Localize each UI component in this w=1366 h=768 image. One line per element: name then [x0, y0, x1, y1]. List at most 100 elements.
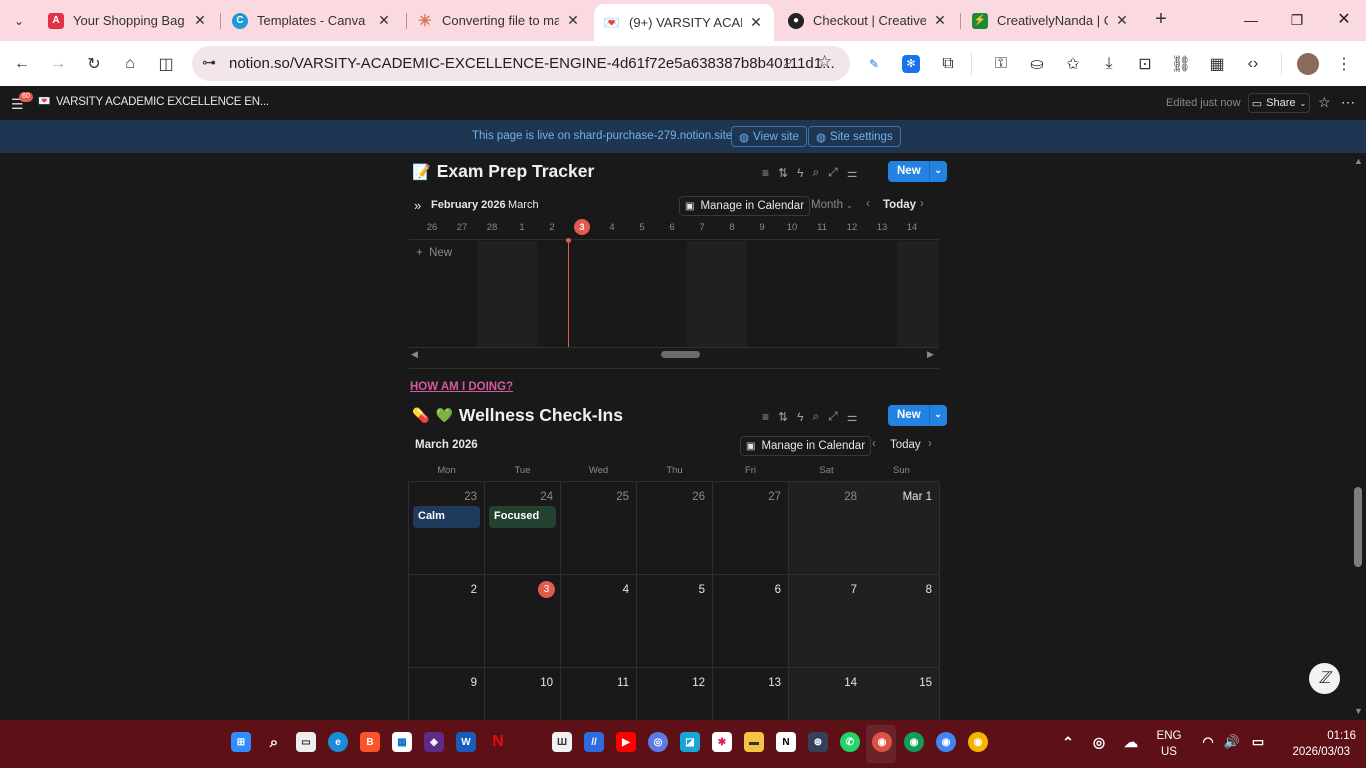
- file-explorer-icon[interactable]: ▬: [744, 732, 764, 752]
- scroll-left-arrow-icon[interactable]: ◀: [411, 349, 418, 360]
- chevron-right-icon[interactable]: ›: [928, 438, 932, 450]
- calendar-day-cell[interactable]: 15: [864, 668, 940, 720]
- edge-browser-icon[interactable]: e: [328, 732, 348, 752]
- timeline-collapse-icon[interactable]: »: [414, 198, 421, 213]
- address-bar[interactable]: ⊶ notion.so/VARSITY-ACADEMIC-EXCELLENCE-…: [192, 46, 850, 81]
- onedrive-icon[interactable]: ☁: [1121, 732, 1141, 752]
- tab-shopping-bag[interactable]: A Your Shopping Bag ✕: [38, 6, 218, 35]
- calendar-day-cell[interactable]: 23 Calm: [409, 482, 485, 575]
- calendar-day-cell[interactable]: 6: [713, 575, 789, 668]
- word-icon[interactable]: W: [456, 732, 476, 752]
- new-tab-button[interactable]: +: [1150, 8, 1172, 32]
- more-options-icon[interactable]: ⋯: [1341, 94, 1355, 111]
- wellness-manage-calendar-button[interactable]: ▣ Manage in Calendar: [740, 436, 872, 456]
- how-am-i-doing-link[interactable]: HOW AM I DOING?: [410, 381, 513, 393]
- more-menu-icon[interactable]: ⋮: [1331, 51, 1357, 77]
- notion-ai-help-button[interactable]: ℤ: [1309, 663, 1340, 694]
- code-icon[interactable]: ‹›: [1240, 51, 1266, 77]
- timeline-add-new[interactable]: + New: [416, 247, 452, 259]
- expand-icon[interactable]: ⤢: [828, 409, 838, 424]
- bookmark-star-icon[interactable]: ☆: [817, 52, 832, 72]
- close-icon[interactable]: ✕: [748, 14, 764, 31]
- calendar-day-cell[interactable]: 24 Focused: [485, 482, 561, 575]
- minimize-button[interactable]: —: [1237, 8, 1265, 32]
- calendar-day-cell[interactable]: Mar 1: [864, 482, 940, 575]
- reload-icon[interactable]: ↻: [81, 51, 107, 77]
- app-icon[interactable]: ◎: [648, 732, 668, 752]
- brave-browser-icon[interactable]: B: [360, 732, 380, 752]
- clock-date[interactable]: 2026/03/03: [1274, 746, 1350, 758]
- calendar-day-cell[interactable]: 11: [561, 668, 637, 720]
- close-icon[interactable]: ✕: [932, 12, 948, 29]
- close-window-button[interactable]: ✕: [1330, 8, 1358, 32]
- close-icon[interactable]: ✕: [1114, 12, 1130, 29]
- notes-app-icon[interactable]: Ш: [552, 732, 572, 752]
- whatsapp-icon[interactable]: ✆: [840, 732, 860, 752]
- calendar-day-cell[interactable]: 10: [485, 668, 561, 720]
- slack-icon[interactable]: ✱: [712, 732, 732, 752]
- horizontal-scrollbar-thumb[interactable]: [661, 351, 700, 358]
- exam-today-button[interactable]: Today: [883, 199, 916, 211]
- close-icon[interactable]: ✕: [192, 12, 208, 29]
- forward-arrow-icon[interactable]: →: [45, 51, 71, 77]
- tab-creativelynanda[interactable]: ⚡ CreativelyNanda | Cre ✕: [962, 6, 1140, 35]
- search-icon[interactable]: ⌕: [812, 165, 819, 180]
- filter-icon[interactable]: ≡: [762, 166, 769, 180]
- automation-bolt-icon[interactable]: ϟ: [797, 410, 803, 424]
- tab-checkout[interactable]: ● Checkout | Creatively ✕: [778, 6, 958, 35]
- screenshot-icon[interactable]: ⊡: [1132, 51, 1158, 77]
- scroll-down-arrow-icon[interactable]: ▼: [1354, 706, 1363, 716]
- chevron-down-icon[interactable]: ⌄: [928, 405, 947, 426]
- calendar-day-cell[interactable]: 7: [789, 575, 865, 668]
- search-icon[interactable]: ⌕: [812, 409, 819, 424]
- view-mode-select[interactable]: Month ⌄: [811, 199, 853, 211]
- settings-sliders-icon[interactable]: ⚌: [847, 410, 858, 424]
- clock-time[interactable]: 01:16: [1280, 730, 1356, 742]
- windows-start-icon[interactable]: ⊞: [231, 732, 251, 752]
- app-icon[interactable]: ⊛: [808, 732, 828, 752]
- exam-new-button[interactable]: New ⌄: [888, 161, 947, 182]
- password-key-icon[interactable]: ⚿: [988, 51, 1014, 77]
- close-icon[interactable]: ✕: [376, 12, 392, 29]
- scroll-right-arrow-icon[interactable]: ▶: [927, 349, 934, 360]
- wellness-title[interactable]: 💊 💚 Wellness Check-Ins: [412, 405, 623, 426]
- download-icon[interactable]: ⤓: [1096, 51, 1122, 77]
- url-text[interactable]: notion.so/VARSITY-ACADEMIC-EXCELLENCE-EN…: [229, 55, 835, 72]
- exam-manage-calendar-button[interactable]: ▣ Manage in Calendar: [679, 196, 811, 216]
- calendar-day-cell[interactable]: 13: [713, 668, 789, 720]
- calendar-day-cell[interactable]: 12: [637, 668, 713, 720]
- chevron-up-icon[interactable]: ⌃: [1058, 732, 1078, 752]
- keyboard-layout-indicator[interactable]: US: [1152, 746, 1186, 758]
- vertical-scrollbar-thumb[interactable]: [1354, 487, 1362, 567]
- wellness-new-button[interactable]: New ⌄: [888, 405, 947, 426]
- calendar-day-cell[interactable]: 28: [789, 482, 865, 575]
- close-icon[interactable]: ✕: [565, 12, 581, 29]
- notion-icon[interactable]: N: [776, 732, 796, 752]
- filter-icon[interactable]: ≡: [762, 410, 769, 424]
- site-info-icon[interactable]: ⊶: [202, 54, 216, 71]
- split-view-icon[interactable]: ◫: [153, 51, 179, 77]
- chevron-down-icon[interactable]: ⌄: [928, 161, 947, 182]
- calendar-day-cell[interactable]: 3: [485, 575, 561, 668]
- site-settings-button[interactable]: ◍ Site settings: [808, 126, 901, 147]
- pen-extension-icon[interactable]: ✎: [861, 51, 887, 77]
- zoom-icon[interactable]: ⌕: [784, 53, 793, 71]
- calendar-day-cell[interactable]: 27: [713, 482, 789, 575]
- restore-button[interactable]: ❐: [1283, 8, 1311, 32]
- chevron-left-icon[interactable]: ‹: [866, 198, 870, 210]
- task-view-icon[interactable]: ▭: [296, 732, 316, 752]
- calendar-day-cell[interactable]: 9: [409, 668, 485, 720]
- tab-canva[interactable]: C Templates - Canva ✕: [222, 6, 402, 35]
- chevron-right-icon[interactable]: ›: [920, 198, 924, 210]
- link-icon[interactable]: ⛓: [1168, 51, 1194, 77]
- expand-icon[interactable]: ⤢: [828, 165, 838, 180]
- battery-icon[interactable]: ▭: [1248, 732, 1268, 752]
- view-site-button[interactable]: ◍ View site: [731, 126, 807, 147]
- calendar-day-cell[interactable]: 25: [561, 482, 637, 575]
- calendar-day-cell[interactable]: 2: [409, 575, 485, 668]
- tray-app-icon[interactable]: ◎: [1089, 732, 1109, 752]
- chrome-profile-icon[interactable]: ◉: [936, 732, 956, 752]
- favorites-star-icon[interactable]: ✩: [1060, 51, 1086, 77]
- chrome-profile-icon[interactable]: ◉: [904, 732, 924, 752]
- store-icon[interactable]: ▦: [392, 732, 412, 752]
